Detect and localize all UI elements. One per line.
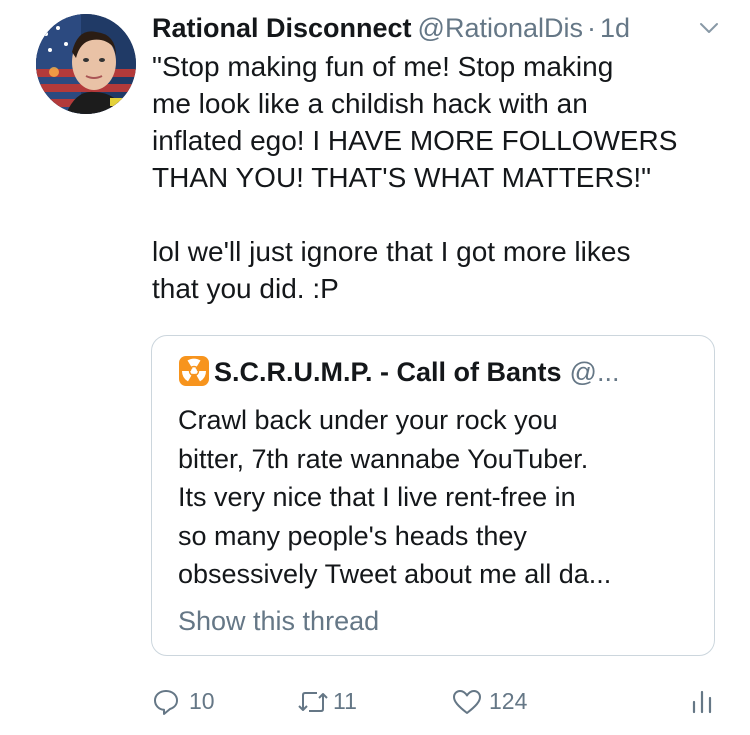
tweet-text: "Stop making fun of me! Stop making me l… — [152, 51, 678, 304]
tweet: Rational Disconnect @RationalDis · 1d "Stop… — [152, 10, 727, 307]
reply-icon — [154, 690, 178, 715]
tweet-timestamp[interactable]: 1d — [600, 13, 630, 43]
quoted-tweet-card[interactable]: S.C.R.U.M.P. - Call of Bants @... Crawl b… — [151, 335, 715, 656]
like-count: 124 — [489, 688, 528, 714]
retweet-icon — [298, 692, 328, 712]
author-handle[interactable]: @RationalDis — [418, 13, 583, 43]
tweet-header: Rational Disconnect @RationalDis · 1d — [152, 10, 727, 46]
quoted-tweet-text: Crawl back under your rock you bitter, 7… — [178, 405, 612, 589]
separator-dot: · — [587, 13, 597, 43]
heart-icon — [453, 690, 481, 714]
quoted-author-handle[interactable]: @... — [570, 357, 620, 387]
avatar-image — [36, 14, 136, 114]
author-avatar[interactable] — [36, 14, 136, 114]
chevron-down-icon[interactable] — [699, 20, 719, 36]
show-thread-link[interactable]: Show this thread — [178, 606, 379, 637]
reply-count: 10 — [189, 688, 215, 714]
quoted-author-display-name[interactable]: S.C.R.U.M.P. - Call of Bants — [214, 357, 562, 387]
radioactive-icon — [179, 356, 209, 386]
author-display-name[interactable]: Rational Disconnect — [152, 13, 412, 43]
tweet-actions: 10 11 124 — [152, 683, 727, 719]
quoted-tweet-header: S.C.R.U.M.P. - Call of Bants @... — [178, 354, 619, 390]
analytics-icon — [692, 690, 712, 714]
retweet-count: 11 — [333, 688, 357, 714]
